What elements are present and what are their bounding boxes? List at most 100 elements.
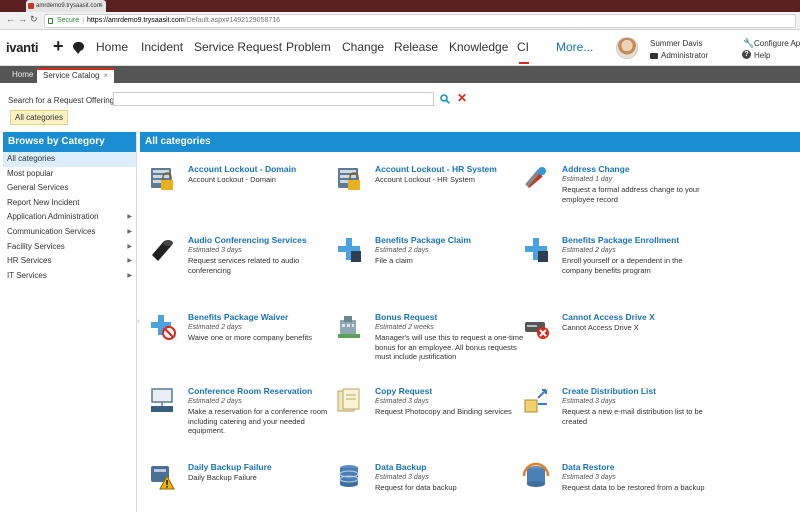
nav-home[interactable]: Home [96, 40, 128, 54]
offering-estimate: Estimated 3 days [375, 398, 429, 405]
nav-knowledge[interactable]: Knowledge [449, 40, 508, 54]
offering-title[interactable]: Benefits Package Enrollment [562, 235, 712, 246]
offering-title[interactable]: Account Lockout - HR System [375, 164, 525, 175]
offering-estimate: Estimated 2 days [188, 324, 242, 331]
wrench-icon: 🔧 [743, 38, 755, 48]
offering-description: Request a new e-mail distribution list t… [562, 407, 703, 426]
lock-icon [48, 18, 53, 24]
offering-text: Bonus Request Estimated 2 weeks Manager's … [375, 312, 525, 362]
offering-text: Cannot Access Drive X Cannot Access Drive… [562, 312, 712, 333]
nav-release[interactable]: Release [394, 40, 438, 54]
nav-service-request[interactable]: Service Request [194, 40, 282, 54]
chat-icon[interactable] [73, 42, 84, 54]
nav-ci[interactable]: CI [517, 40, 529, 54]
offering-text: Account Lockout - Domain Account Lockout … [188, 164, 338, 185]
chevron-right-icon: ▶ [127, 243, 132, 250]
address-bar: ← → ↻ Secure | https://amrdemo9.trysaasit.… [0, 12, 800, 30]
sidebar-item-it-services[interactable]: IT Services ▶ [3, 269, 136, 284]
nav-change[interactable]: Change [342, 40, 384, 54]
offering-title[interactable]: Cannot Access Drive X [562, 312, 712, 323]
offering-text: Data Restore Estimated 3 days Request data… [562, 462, 712, 493]
sidebar-item-facility-services[interactable]: Facility Services ▶ [3, 240, 136, 255]
offering-text: Copy Request Estimated 3 days Request Phot… [375, 386, 525, 417]
offering-estimate: Estimated 1 day [562, 176, 613, 183]
browser-tab-title: amrdemo9.trysaasit.com [36, 3, 102, 9]
offering-title[interactable]: Address Change [562, 164, 712, 175]
active-filter-chip[interactable]: All categories [10, 110, 68, 125]
chevron-right-icon: ▶ [127, 258, 132, 265]
user-name[interactable]: Summer Davis [650, 39, 702, 48]
forward-icon[interactable]: → [18, 14, 27, 24]
sidebar-title: Browse by Category [3, 132, 136, 152]
offering-title[interactable]: Audio Conferencing Services [188, 235, 338, 246]
offering-description: Manager's will use this to request a one… [375, 333, 524, 361]
role-icon [650, 53, 658, 59]
back-icon[interactable]: ← [6, 14, 15, 24]
offering-title[interactable]: Data Restore [562, 462, 712, 473]
offering-title[interactable]: Bonus Request [375, 312, 525, 323]
nav-incident[interactable]: Incident [141, 40, 183, 54]
active-nav-indicator [519, 62, 529, 64]
offering-title[interactable]: Benefits Package Claim [375, 235, 525, 246]
search-icon[interactable] [440, 94, 450, 104]
offering-description: Account Lockout - Domain [188, 175, 276, 184]
sidebar-item-general-services[interactable]: General Services [3, 181, 136, 196]
offering-title[interactable]: Copy Request [375, 386, 525, 397]
close-tab-icon[interactable]: × [103, 71, 108, 80]
offering-title[interactable]: Conference Room Reservation [188, 386, 338, 397]
offering-text: Address Change Estimated 1 day Request a f… [562, 164, 712, 204]
medical-icon [525, 238, 548, 262]
reload-icon[interactable]: ↻ [30, 14, 38, 25]
nav-more[interactable]: More... [556, 40, 593, 54]
help-icon: ? [742, 50, 751, 59]
help-link[interactable]: Help [754, 51, 770, 60]
sidebar-item-all-categories[interactable]: All categories [3, 152, 136, 167]
tab-home[interactable]: Home [6, 68, 39, 83]
splitter-handle[interactable]: ‹ [137, 318, 139, 325]
sidebar-item-report-new-incident[interactable]: Report New Incident [3, 196, 136, 211]
nav-problem[interactable]: Problem [286, 40, 331, 54]
offering-text: Account Lockout - HR System Account Locko… [375, 164, 525, 185]
offering-description: Make a reservation for a conference room… [188, 407, 328, 435]
sidebar-item-communication-services[interactable]: Communication Services ▶ [3, 225, 136, 240]
offering-estimate: Estimated 3 days [375, 474, 429, 481]
offering-text: Conference Room Reservation Estimated 2 d… [188, 386, 338, 436]
offering-estimate: Estimated 3 days [188, 247, 242, 254]
sidebar-item-application-administration[interactable]: Application Administration ▶ [3, 210, 136, 225]
offering-title[interactable]: Benefits Package Waiver [188, 312, 338, 323]
distribution-icon [524, 389, 547, 413]
offering-title[interactable]: Data Backup [375, 462, 525, 473]
close-tab-icon[interactable]: × [99, 0, 103, 12]
offering-title[interactable]: Account Lockout - Domain [188, 164, 338, 175]
offering-estimate: Estimated 3 days [562, 398, 616, 405]
offering-description: Request data to be restored from a backu… [562, 483, 705, 492]
drive-error-icon [525, 322, 549, 339]
plus-icon[interactable]: + [53, 36, 64, 57]
offering-text: Data Backup Estimated 3 days Request for d… [375, 462, 525, 493]
url-field[interactable]: Secure | https://amrdemo9.trysaasit.com/De… [44, 14, 796, 28]
panel-title: All categories [140, 132, 800, 152]
tab-service-catalog[interactable]: Service Catalog × [37, 68, 115, 83]
browser-tab[interactable]: amrdemo9.trysaasit.com × [26, 0, 106, 12]
url-path: /Default.aspx#1492129058716 [184, 17, 281, 24]
offering-estimate: Estimated 2 days [188, 398, 242, 405]
offering-description: Request Photocopy and Binding services [375, 407, 512, 416]
clear-search-icon[interactable]: ✕ [457, 91, 467, 105]
server-lock-icon [338, 168, 360, 190]
offering-estimate: Estimated 2 days [375, 247, 429, 254]
avatar[interactable] [616, 37, 638, 59]
chevron-right-icon: ▶ [127, 214, 132, 221]
configure-app-link[interactable]: Configure App [754, 39, 800, 48]
offering-title[interactable]: Create Distribution List [562, 386, 712, 397]
app-header: ivanti + Home Incident Service Request P… [0, 30, 800, 66]
offering-title[interactable]: Daily Backup Failure [188, 462, 338, 473]
search-input[interactable] [113, 92, 434, 106]
sidebar-item-hr-services[interactable]: HR Services ▶ [3, 254, 136, 269]
offering-description: Enroll yourself or a dependent in the co… [562, 256, 683, 275]
sidebar-item-most-popular[interactable]: Most popular [3, 167, 136, 182]
user-role[interactable]: Administrator [661, 51, 708, 60]
offering-description: Account Lockout - HR System [375, 175, 476, 184]
offering-description: Request services related to audio confer… [188, 256, 300, 275]
offering-text: Daily Backup Failure Daily Backup Failure [188, 462, 338, 483]
projector-icon [151, 388, 173, 412]
